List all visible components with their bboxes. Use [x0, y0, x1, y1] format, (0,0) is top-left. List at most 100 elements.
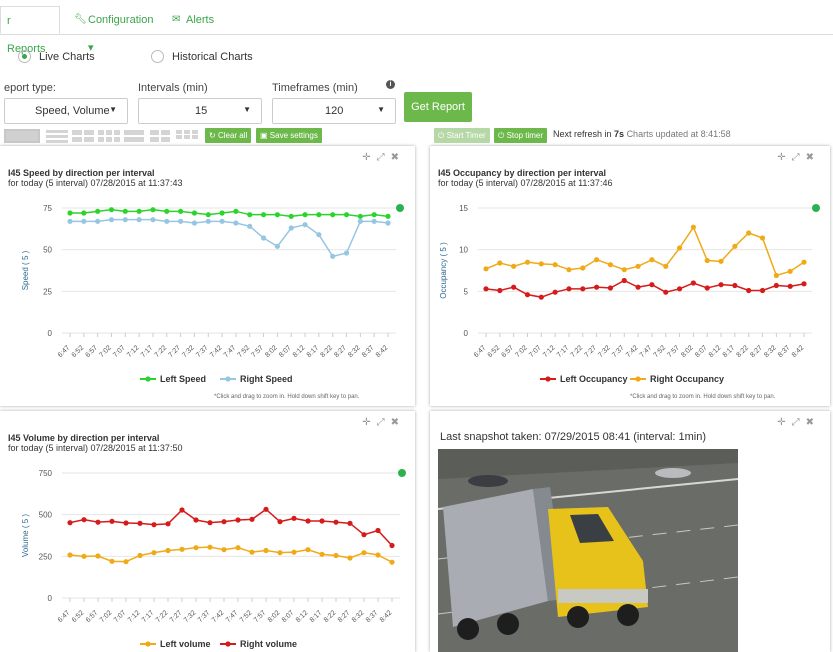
data-point[interactable] — [375, 552, 381, 558]
radio-live-dot[interactable] — [18, 50, 31, 63]
data-point[interactable] — [607, 285, 614, 291]
get-report-button[interactable]: Get Report — [404, 92, 472, 122]
data-point[interactable] — [81, 218, 87, 224]
data-point[interactable] — [122, 217, 128, 223]
data-point[interactable] — [375, 527, 381, 534]
data-point[interactable] — [801, 259, 807, 265]
data-point[interactable] — [690, 224, 696, 230]
expand-icon[interactable]: ⤢ — [792, 417, 806, 428]
data-point[interactable] — [663, 263, 669, 269]
data-point[interactable] — [649, 282, 655, 288]
data-point[interactable] — [483, 286, 489, 292]
tab-reports[interactable]: r Reports — [0, 6, 60, 55]
data-point[interactable] — [511, 284, 517, 290]
data-point[interactable] — [81, 517, 87, 523]
data-point[interactable] — [288, 213, 294, 219]
data-point[interactable] — [773, 282, 779, 289]
data-point[interactable] — [305, 518, 311, 524]
data-point[interactable] — [635, 284, 641, 290]
data-point[interactable] — [759, 235, 766, 241]
data-point[interactable] — [191, 220, 198, 226]
data-point[interactable] — [732, 243, 738, 249]
data-point[interactable] — [137, 520, 143, 526]
data-point[interactable] — [524, 292, 531, 298]
data-point[interactable] — [165, 547, 171, 554]
data-point[interactable] — [274, 212, 280, 218]
data-point[interactable] — [193, 545, 199, 551]
data-point[interactable] — [109, 558, 115, 564]
layout-option-7[interactable] — [176, 130, 198, 139]
layout-option-3[interactable] — [72, 130, 94, 142]
data-point[interactable] — [123, 559, 129, 565]
data-point[interactable] — [552, 262, 558, 268]
speed-chart[interactable]: 0255075Speed ( 5 )6:47 6:52 6:57 7:02 7:07 7:… — [0, 146, 415, 406]
data-point[interactable] — [235, 545, 241, 551]
data-point[interactable] — [260, 212, 267, 218]
data-point[interactable] — [333, 552, 339, 559]
data-point[interactable] — [676, 286, 683, 292]
data-point[interactable] — [524, 259, 531, 265]
legend-item[interactable]: Left Occupancy — [560, 374, 628, 384]
data-point[interactable] — [663, 289, 669, 295]
data-point[interactable] — [371, 212, 377, 218]
data-point[interactable] — [357, 213, 363, 219]
data-point[interactable] — [801, 281, 807, 287]
data-point[interactable] — [277, 550, 283, 556]
data-point[interactable] — [179, 546, 185, 552]
data-point[interactable] — [594, 284, 600, 290]
data-point[interactable] — [288, 225, 294, 231]
legend-item[interactable]: Right Speed — [240, 374, 293, 384]
data-point[interactable] — [385, 213, 391, 219]
data-point[interactable] — [343, 212, 350, 218]
data-point[interactable] — [302, 212, 308, 218]
data-point[interactable] — [137, 552, 143, 559]
legend-item[interactable]: Left volume — [160, 639, 211, 649]
report-type-select[interactable]: Speed, Volume ▼ — [4, 98, 128, 124]
data-point[interactable] — [150, 217, 156, 223]
data-point[interactable] — [95, 519, 101, 525]
close-icon[interactable]: ✖ — [806, 417, 820, 428]
data-point[interactable] — [249, 549, 255, 555]
data-point[interactable] — [773, 272, 779, 279]
data-point[interactable] — [95, 208, 101, 214]
data-point[interactable] — [690, 280, 696, 286]
legend-item[interactable]: Right volume — [240, 639, 297, 649]
data-point[interactable] — [594, 257, 600, 263]
data-point[interactable] — [235, 517, 241, 523]
data-point[interactable] — [759, 287, 766, 294]
data-point[interactable] — [538, 294, 544, 300]
data-point[interactable] — [109, 518, 115, 524]
data-point[interactable] — [95, 218, 101, 224]
data-point[interactable] — [67, 218, 73, 224]
data-point[interactable] — [787, 283, 793, 289]
data-point[interactable] — [357, 218, 363, 224]
tab-configuration[interactable]: 🔧︎ Configuration ▾ — [64, 6, 164, 54]
data-point[interactable] — [538, 261, 544, 267]
data-point[interactable] — [247, 212, 253, 218]
data-point[interactable] — [191, 210, 198, 216]
data-point[interactable] — [219, 218, 225, 224]
data-point[interactable] — [277, 519, 283, 525]
data-point[interactable] — [732, 282, 738, 289]
data-point[interactable] — [247, 223, 253, 229]
layout-selector[interactable] — [4, 129, 200, 143]
move-icon[interactable]: ✛ — [777, 417, 791, 428]
data-point[interactable] — [483, 266, 489, 272]
data-point[interactable] — [123, 520, 129, 526]
data-point[interactable] — [305, 547, 311, 553]
data-point[interactable] — [746, 230, 752, 236]
data-point[interactable] — [95, 553, 101, 559]
data-point[interactable] — [316, 232, 322, 238]
data-point[interactable] — [165, 521, 171, 527]
data-point[interactable] — [67, 552, 73, 558]
data-point[interactable] — [718, 282, 724, 288]
data-point[interactable] — [704, 285, 710, 291]
volume-chart[interactable]: 0250500750Volume ( 5 )6:47 6:52 6:57 7:02 7:… — [0, 411, 415, 652]
data-point[interactable] — [219, 210, 225, 216]
data-point[interactable] — [150, 207, 156, 213]
data-point[interactable] — [67, 210, 73, 216]
data-point[interactable] — [260, 235, 267, 241]
data-point[interactable] — [343, 250, 350, 256]
data-point[interactable] — [108, 207, 115, 213]
data-point[interactable] — [151, 550, 157, 556]
